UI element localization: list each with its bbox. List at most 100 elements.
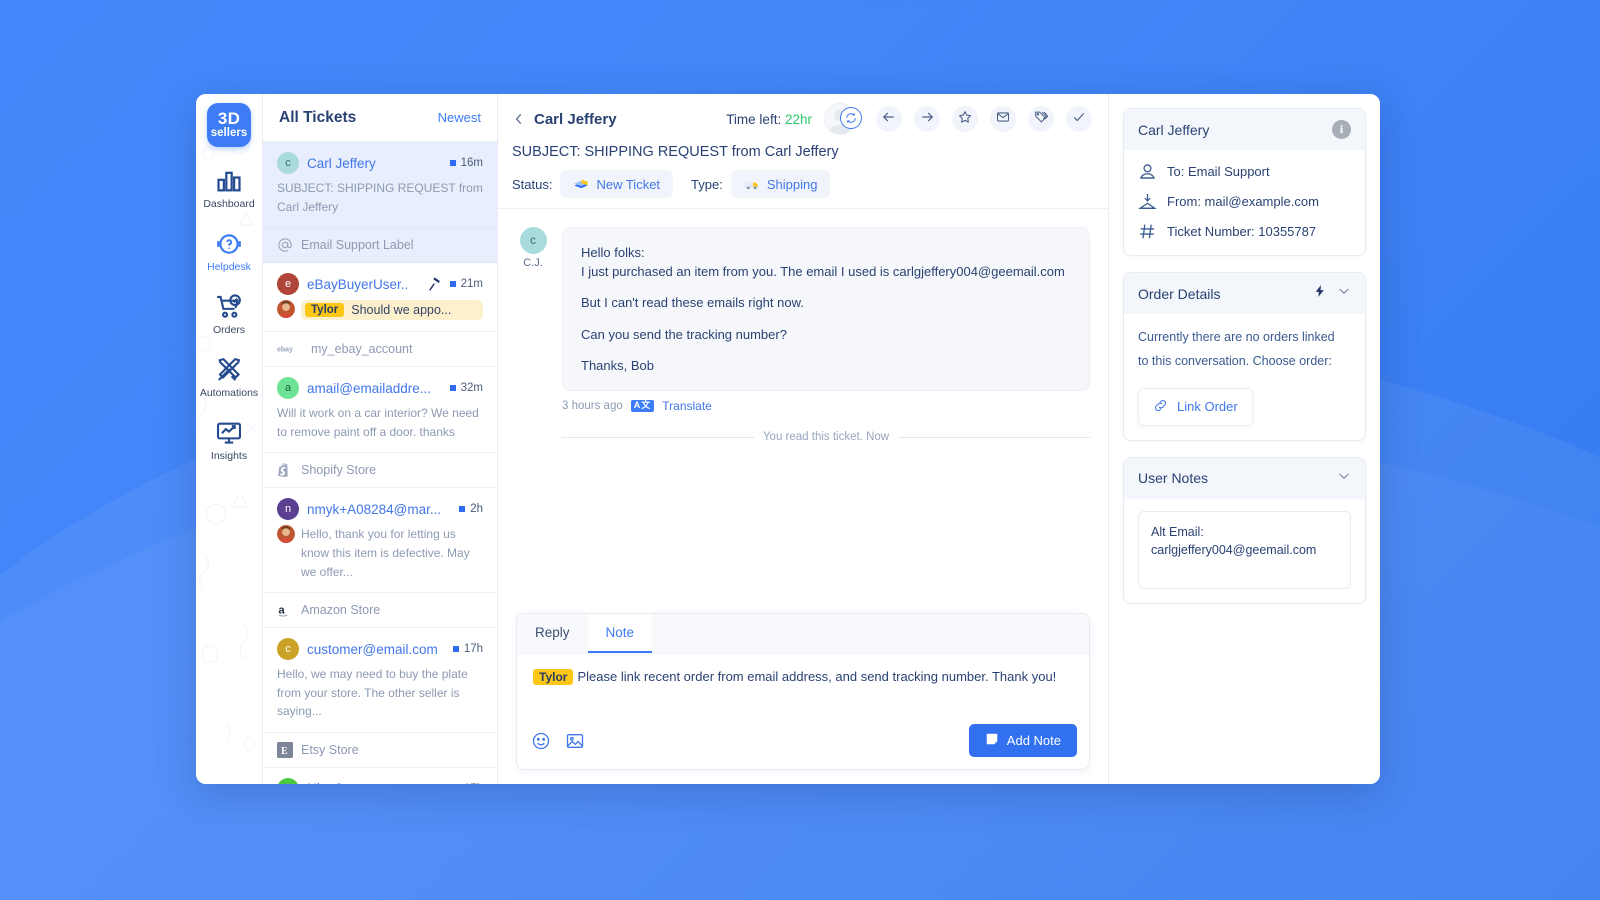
contact-from-value: From: mail@example.com xyxy=(1167,194,1319,209)
add-tag-button[interactable] xyxy=(1028,106,1054,132)
user-circle-icon xyxy=(1138,162,1157,181)
star-ticket-button[interactable] xyxy=(952,106,978,132)
tab-note[interactable]: Note xyxy=(587,614,653,653)
conversation-header: Carl Jeffery Time left: 22hr SUBJECT: SH… xyxy=(498,94,1108,209)
headset-question-icon xyxy=(215,230,243,258)
status-badge[interactable]: New Ticket xyxy=(560,170,674,198)
user-note-text[interactable]: Alt Email: carlgjeffery004@geemail.com xyxy=(1138,510,1351,589)
ticket-list-panel: All Tickets Newest c Carl Jeffery 16m SU… xyxy=(262,94,498,784)
agent-message-bubble: Tylor Should we appo... xyxy=(301,300,483,321)
conversation-title: Carl Jeffery xyxy=(534,110,617,128)
sidebar-item-dashboard[interactable]: Dashboard xyxy=(196,167,262,210)
list-item[interactable]: c customer@email.com 17h Hello, we may n… xyxy=(263,628,497,733)
list-item[interactable]: N Nita Jones 17h I haven't heard from yo… xyxy=(263,768,497,784)
note-icon xyxy=(985,732,999,749)
previous-ticket-button[interactable] xyxy=(876,106,902,132)
ticket-source-name: Amazon Store xyxy=(301,603,381,618)
contact-to-value: To: Email Support xyxy=(1167,164,1270,179)
composer-text-line: Tylor Please link recent order from email… xyxy=(533,667,1073,687)
check-icon xyxy=(1072,110,1086,129)
list-item[interactable]: n nmyk+A08284@mar... 2h Hello, thank you… xyxy=(263,488,497,594)
unread-dot-icon xyxy=(449,160,456,166)
ticket-snippet: Hello, thank you for letting us know thi… xyxy=(301,527,470,579)
status-value: New Ticket xyxy=(596,176,661,192)
at-sign-icon xyxy=(277,237,293,253)
contact-row-ticket-number: Ticket Number: 10355787 xyxy=(1138,222,1351,241)
sidebar-item-automations[interactable]: Automations xyxy=(196,356,262,399)
order-details-header-actions xyxy=(1313,284,1351,303)
read-receipt-text: You read this ticket. Now xyxy=(762,431,890,444)
envelope-icon xyxy=(996,110,1010,129)
list-item[interactable]: e eBayBuyerUser.. 21m Tylor Should we ap… xyxy=(263,263,497,333)
mail-stack-icon xyxy=(573,176,589,192)
avatar: c xyxy=(277,152,299,174)
user-notes-header-actions xyxy=(1337,469,1351,488)
ticket-source-row: Shopify Store xyxy=(263,453,497,489)
info-icon[interactable]: i xyxy=(1332,120,1351,139)
agent-avatar xyxy=(277,525,295,544)
composer-input[interactable]: Tylor Please link recent order from email… xyxy=(517,654,1089,718)
ticket-source-name: Email Support Label xyxy=(301,238,414,253)
sidebar-item-orders[interactable]: Orders xyxy=(196,293,262,336)
bar-chart-icon xyxy=(215,167,243,195)
link-order-label: Link Order xyxy=(1177,399,1238,414)
ticket-time: 17h xyxy=(452,643,483,655)
inbox-download-icon xyxy=(1138,192,1157,211)
ticket-sender-name: eBayBuyerUser.. xyxy=(307,276,409,292)
ticket-list-header: All Tickets Newest xyxy=(263,94,497,142)
sidebar-item-helpdesk[interactable]: Helpdesk xyxy=(196,230,262,273)
avatar: e xyxy=(277,273,299,296)
svg-text:ebay: ebay xyxy=(277,347,293,354)
refresh-circle-icon[interactable] xyxy=(840,107,862,129)
contact-row-from: From: mail@example.com xyxy=(1138,192,1351,211)
add-note-label: Add Note xyxy=(1006,733,1061,748)
back-chevron-icon[interactable] xyxy=(512,112,526,126)
ticket-snippet: Hello, we may need to buy the plate from… xyxy=(277,667,468,719)
image-icon[interactable] xyxy=(565,731,585,751)
message-footer: 3 hours ago A文 Translate xyxy=(562,399,1090,413)
bolt-icon[interactable] xyxy=(1313,284,1327,303)
list-item[interactable]: c Carl Jeffery 16m SUBJECT: SHIPPING REQ… xyxy=(263,142,497,229)
agent-name-chip: Tylor xyxy=(305,303,345,318)
assign-agent-control[interactable] xyxy=(824,103,864,135)
order-details-header: Order Details xyxy=(1124,273,1365,314)
star-icon xyxy=(958,110,972,129)
separator-line-left xyxy=(562,436,753,438)
message-avatar-column: c C.J. xyxy=(516,227,550,443)
tab-reply[interactable]: Reply xyxy=(517,614,588,653)
mark-unread-button[interactable] xyxy=(990,106,1016,132)
chevron-down-icon[interactable] xyxy=(1337,469,1351,488)
avatar: n xyxy=(277,498,299,521)
monitor-chart-icon xyxy=(215,419,243,447)
app-window: 3D sellers Dashboard Helpdesk Orders Aut… xyxy=(196,94,1380,784)
user-notes-title: User Notes xyxy=(1138,470,1209,486)
type-badge[interactable]: Shipping xyxy=(730,170,831,198)
ticket-snippet: SUBJECT: SHIPPING REQUEST from Carl Jeff… xyxy=(277,181,483,214)
resolve-ticket-button[interactable] xyxy=(1066,106,1092,132)
add-note-button[interactable]: Add Note xyxy=(968,724,1077,757)
avatar: c xyxy=(519,227,547,254)
chevron-down-icon[interactable] xyxy=(1337,284,1351,303)
list-item[interactable]: a amail@emailaddre... 32m Will it work o… xyxy=(263,367,497,454)
ticket-row-top: c customer@email.com 17h xyxy=(277,638,483,661)
ticket-list-body[interactable]: c Carl Jeffery 16m SUBJECT: SHIPPING REQ… xyxy=(263,142,497,784)
order-details-card: Order Details Currently there are no ord… xyxy=(1123,272,1366,441)
agent-avatar xyxy=(277,300,295,319)
ticket-list-sort-button[interactable]: Newest xyxy=(438,110,481,125)
avatar: c xyxy=(277,638,299,661)
link-order-button[interactable]: Link Order xyxy=(1138,387,1253,426)
contact-card-body: To: Email Support From: mail@example.com… xyxy=(1124,150,1365,255)
next-ticket-button[interactable] xyxy=(914,106,940,132)
contact-card-header: Carl Jeffery i xyxy=(1124,109,1365,150)
translate-badge-icon: A文 xyxy=(630,400,655,413)
agent-message-text: Should we appo... xyxy=(351,303,452,318)
emoji-smile-icon[interactable] xyxy=(531,731,551,751)
message-sender-initials: C.J. xyxy=(523,257,543,269)
translate-link[interactable]: Translate xyxy=(662,399,712,413)
app-logo[interactable]: 3D sellers xyxy=(207,103,251,147)
sidebar-item-insights[interactable]: Insights xyxy=(196,419,262,462)
message-paragraph: Thanks, Bob xyxy=(581,357,654,373)
ticket-time: 2h xyxy=(459,503,483,515)
conversation-header-top: Carl Jeffery Time left: 22hr xyxy=(512,103,1092,135)
message-column: Hello folks: I just purchased an item fr… xyxy=(562,227,1091,444)
